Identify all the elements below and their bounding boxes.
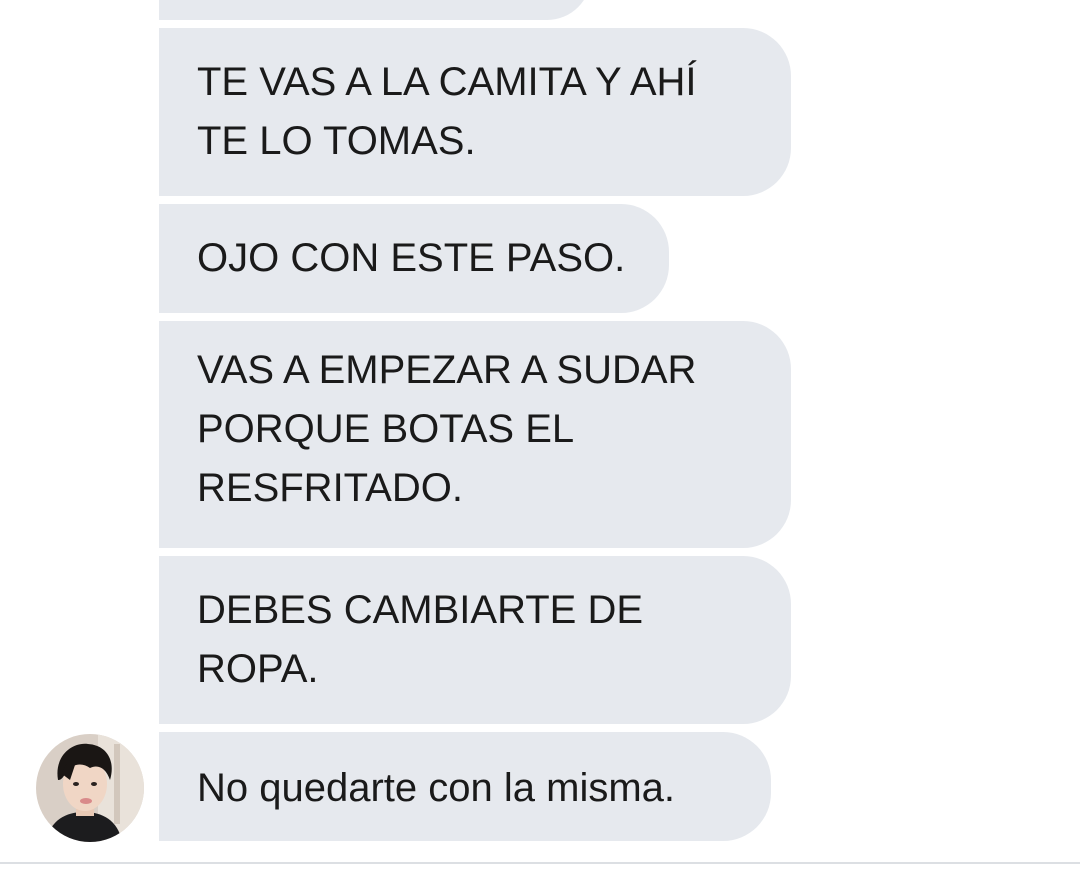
message-bubble[interactable]: DEBES CAMBIARTE DE ROPA. xyxy=(159,556,791,724)
sender-avatar[interactable] xyxy=(36,734,144,842)
message-bubble[interactable]: No quedarte con la misma. xyxy=(159,732,771,841)
message-bubble[interactable]: TE VAS A LA CAMITA Y AHÍ TE LO TOMAS. xyxy=(159,28,791,196)
message-bubble-partial[interactable] xyxy=(159,0,591,20)
avatar-photo-icon xyxy=(36,734,144,842)
message-bubble[interactable]: OJO CON ESTE PASO. xyxy=(159,204,669,313)
bottom-divider xyxy=(0,862,1080,864)
message-bubble[interactable]: VAS A EMPEZAR A SUDAR PORQUE BOTAS EL RE… xyxy=(159,321,791,548)
